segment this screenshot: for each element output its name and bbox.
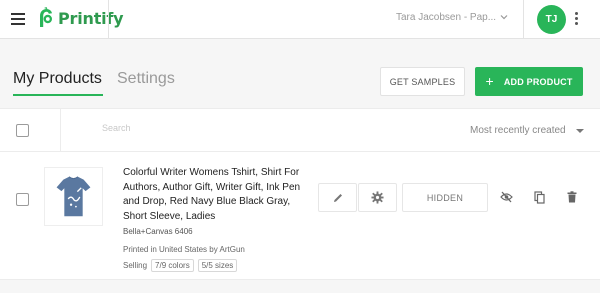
eye-off-icon[interactable] xyxy=(499,190,513,204)
add-product-button[interactable]: + ADD PRODUCT xyxy=(475,67,583,96)
more-options-icon[interactable] xyxy=(575,12,579,26)
caret-down-icon[interactable] xyxy=(576,129,584,133)
divider xyxy=(523,0,524,39)
plus-icon: + xyxy=(485,73,494,89)
product-thumbnail[interactable] xyxy=(44,167,103,226)
product-row[interactable]: Colorful Writer Womens Tshirt, Shirt For… xyxy=(0,152,600,280)
row-checkbox[interactable] xyxy=(16,193,29,206)
colors-badge: 7/9 colors xyxy=(151,259,194,272)
visibility-status-button[interactable]: HIDDEN xyxy=(402,183,488,212)
selling-label: Selling xyxy=(123,261,148,270)
tab-settings[interactable]: Settings xyxy=(117,70,175,88)
copy-icon[interactable] xyxy=(532,190,546,204)
avatar-initials: TJ xyxy=(545,14,558,25)
chevron-down-icon[interactable] xyxy=(500,13,508,21)
sort-select[interactable]: Most recently created xyxy=(470,125,566,136)
table-header: Most recently created xyxy=(0,108,600,153)
logo[interactable]: Printify xyxy=(37,4,124,32)
gear-icon xyxy=(371,191,384,204)
tshirt-image xyxy=(56,176,91,217)
printify-logo-icon xyxy=(40,7,52,27)
store-selector[interactable]: Tara Jacobsen - Pap... xyxy=(396,12,496,23)
trash-icon[interactable] xyxy=(565,190,579,204)
edit-button[interactable] xyxy=(318,183,357,212)
active-tab-indicator xyxy=(13,94,103,96)
select-all-checkbox[interactable] xyxy=(16,124,29,137)
pencil-icon xyxy=(333,193,342,202)
product-title[interactable]: Colorful Writer Womens Tshirt, Shirt For… xyxy=(123,166,308,224)
app-name: Printify xyxy=(58,8,124,28)
menu-icon[interactable] xyxy=(11,13,25,25)
printed-location: Printed in United States by ArtGun xyxy=(123,245,245,254)
sizes-badge: 5/5 sizes xyxy=(197,259,238,272)
avatar[interactable]: TJ xyxy=(537,5,566,34)
top-bar: Printify Tara Jacobsen - Pap... TJ xyxy=(0,0,600,39)
divider xyxy=(60,109,61,153)
get-samples-button[interactable]: GET SAMPLES xyxy=(380,67,465,96)
add-product-label: ADD PRODUCT xyxy=(503,76,573,87)
selling-info: Selling 7/9 colors 5/5 sizes xyxy=(123,259,241,272)
settings-button[interactable] xyxy=(358,183,397,212)
divider xyxy=(108,0,109,39)
tab-my-products[interactable]: My Products xyxy=(13,70,102,88)
product-model: Bella+Canvas 6406 xyxy=(123,227,193,236)
search-input[interactable] xyxy=(102,123,402,133)
